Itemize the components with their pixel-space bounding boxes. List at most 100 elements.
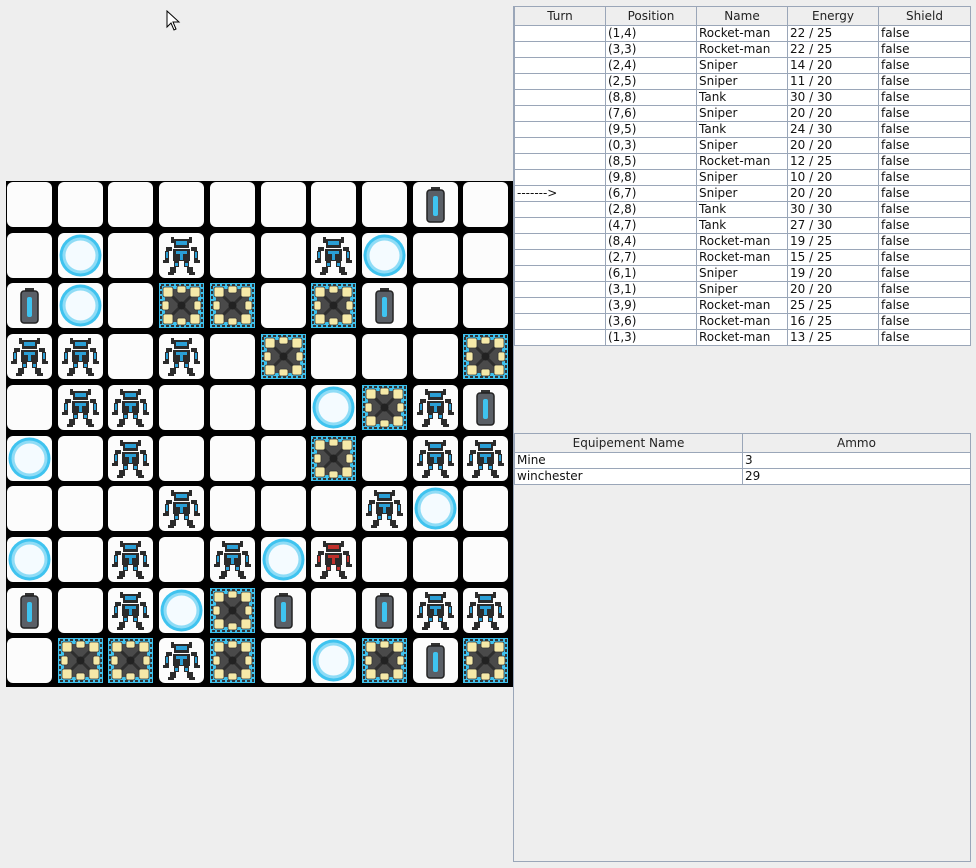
board-cell[interactable] (361, 587, 407, 633)
board-cell[interactable] (311, 384, 357, 430)
board-cell[interactable] (7, 334, 52, 380)
table-row[interactable]: Mine 3 (514, 452, 971, 469)
board-cell[interactable] (159, 587, 205, 633)
board-cell[interactable] (159, 283, 205, 329)
header-shield[interactable]: Shield (878, 6, 971, 26)
header-equipment-name[interactable]: Equipement Name (514, 433, 743, 453)
board-cell[interactable] (7, 587, 52, 633)
board-cell[interactable] (7, 536, 52, 582)
header-ammo[interactable]: Ammo (742, 433, 971, 453)
board-cell[interactable] (159, 232, 205, 278)
board-cell[interactable] (311, 638, 357, 684)
board-cell[interactable] (311, 334, 357, 380)
board-cell[interactable] (361, 638, 407, 684)
table-row[interactable]: (1,3) Rocket-man 13 / 25 false (514, 329, 971, 346)
table-row[interactable]: (9,5) Tank 24 / 30 false (514, 121, 971, 138)
board-cell[interactable] (57, 283, 103, 329)
board-cell[interactable] (108, 334, 154, 380)
board-cell[interactable] (412, 182, 458, 227)
table-row[interactable]: winchester 29 (514, 468, 971, 485)
board-cell[interactable] (209, 182, 255, 227)
board-cell[interactable] (361, 384, 407, 430)
board-cell[interactable] (260, 435, 306, 481)
board-cell[interactable] (7, 232, 52, 278)
board-cell[interactable] (311, 182, 357, 227)
board-cell[interactable] (463, 384, 509, 430)
board-cell[interactable] (412, 384, 458, 430)
board-cell[interactable] (7, 283, 52, 329)
board-cell[interactable] (209, 384, 255, 430)
board-cell[interactable] (7, 182, 52, 227)
table-row[interactable]: (2,5) Sniper 11 / 20 false (514, 73, 971, 90)
board-cell[interactable] (412, 587, 458, 633)
table-row[interactable]: -------> (6,7) Sniper 20 / 20 false (514, 185, 971, 202)
table-row[interactable]: (9,8) Sniper 10 / 20 false (514, 169, 971, 186)
board-cell[interactable] (108, 283, 154, 329)
board-cell[interactable] (463, 334, 509, 380)
board-cell[interactable] (361, 232, 407, 278)
table-row[interactable]: (2,8) Tank 30 / 30 false (514, 201, 971, 218)
board-cell[interactable] (57, 334, 103, 380)
board-cell[interactable] (361, 536, 407, 582)
board-cell[interactable] (7, 638, 52, 684)
board-cell[interactable] (57, 182, 103, 227)
board-cell[interactable] (57, 486, 103, 532)
board-cell[interactable] (311, 486, 357, 532)
board-cell[interactable] (311, 587, 357, 633)
board-cell[interactable] (108, 486, 154, 532)
header-position[interactable]: Position (605, 6, 697, 26)
board-cell[interactable] (260, 587, 306, 633)
board-cell[interactable] (412, 486, 458, 532)
board-cell[interactable] (260, 486, 306, 532)
board-cell[interactable] (209, 486, 255, 532)
board-cell[interactable] (361, 283, 407, 329)
header-turn[interactable]: Turn (514, 6, 606, 26)
board-cell[interactable] (260, 283, 306, 329)
board-cell[interactable] (260, 638, 306, 684)
table-row[interactable]: (2,4) Sniper 14 / 20 false (514, 57, 971, 74)
board-cell[interactable] (108, 384, 154, 430)
board-cell[interactable] (412, 334, 458, 380)
table-row[interactable]: (8,8) Tank 30 / 30 false (514, 89, 971, 106)
header-name[interactable]: Name (696, 6, 788, 26)
board-cell[interactable] (463, 435, 509, 481)
table-row[interactable]: (3,9) Rocket-man 25 / 25 false (514, 297, 971, 314)
board-cell[interactable] (108, 435, 154, 481)
board-cell[interactable] (361, 334, 407, 380)
board-cell[interactable] (7, 384, 52, 430)
table-row[interactable]: (3,6) Rocket-man 16 / 25 false (514, 313, 971, 330)
board-cell[interactable] (311, 283, 357, 329)
board-cell[interactable] (209, 587, 255, 633)
board-cell[interactable] (209, 435, 255, 481)
board-cell[interactable] (311, 232, 357, 278)
board-cell[interactable] (463, 587, 509, 633)
board-cell[interactable] (209, 334, 255, 380)
board-cell[interactable] (260, 232, 306, 278)
table-row[interactable]: (1,4) Rocket-man 22 / 25 false (514, 25, 971, 42)
board-cell[interactable] (412, 283, 458, 329)
table-row[interactable]: (3,1) Sniper 20 / 20 false (514, 281, 971, 298)
table-row[interactable]: (2,7) Rocket-man 15 / 25 false (514, 249, 971, 266)
board-cell[interactable] (260, 182, 306, 227)
board-cell[interactable] (260, 536, 306, 582)
board-cell[interactable] (463, 638, 509, 684)
table-row[interactable]: (7,6) Sniper 20 / 20 false (514, 105, 971, 122)
table-row[interactable]: (8,4) Rocket-man 19 / 25 false (514, 233, 971, 250)
board-cell[interactable] (159, 182, 205, 227)
board-cell[interactable] (209, 638, 255, 684)
board-cell[interactable] (463, 283, 509, 329)
board-cell[interactable] (361, 435, 407, 481)
board-cell[interactable] (159, 334, 205, 380)
board-cell[interactable] (108, 182, 154, 227)
board-cell[interactable] (412, 638, 458, 684)
board-cell[interactable] (159, 536, 205, 582)
board-cell[interactable] (260, 384, 306, 430)
board-cell[interactable] (57, 435, 103, 481)
board-cell[interactable] (108, 536, 154, 582)
board-cell[interactable] (57, 232, 103, 278)
table-row[interactable]: (3,3) Rocket-man 22 / 25 false (514, 41, 971, 58)
table-row[interactable]: (4,7) Tank 27 / 30 false (514, 217, 971, 234)
board-cell[interactable] (57, 536, 103, 582)
board-cell[interactable] (108, 587, 154, 633)
board-cell[interactable] (412, 435, 458, 481)
